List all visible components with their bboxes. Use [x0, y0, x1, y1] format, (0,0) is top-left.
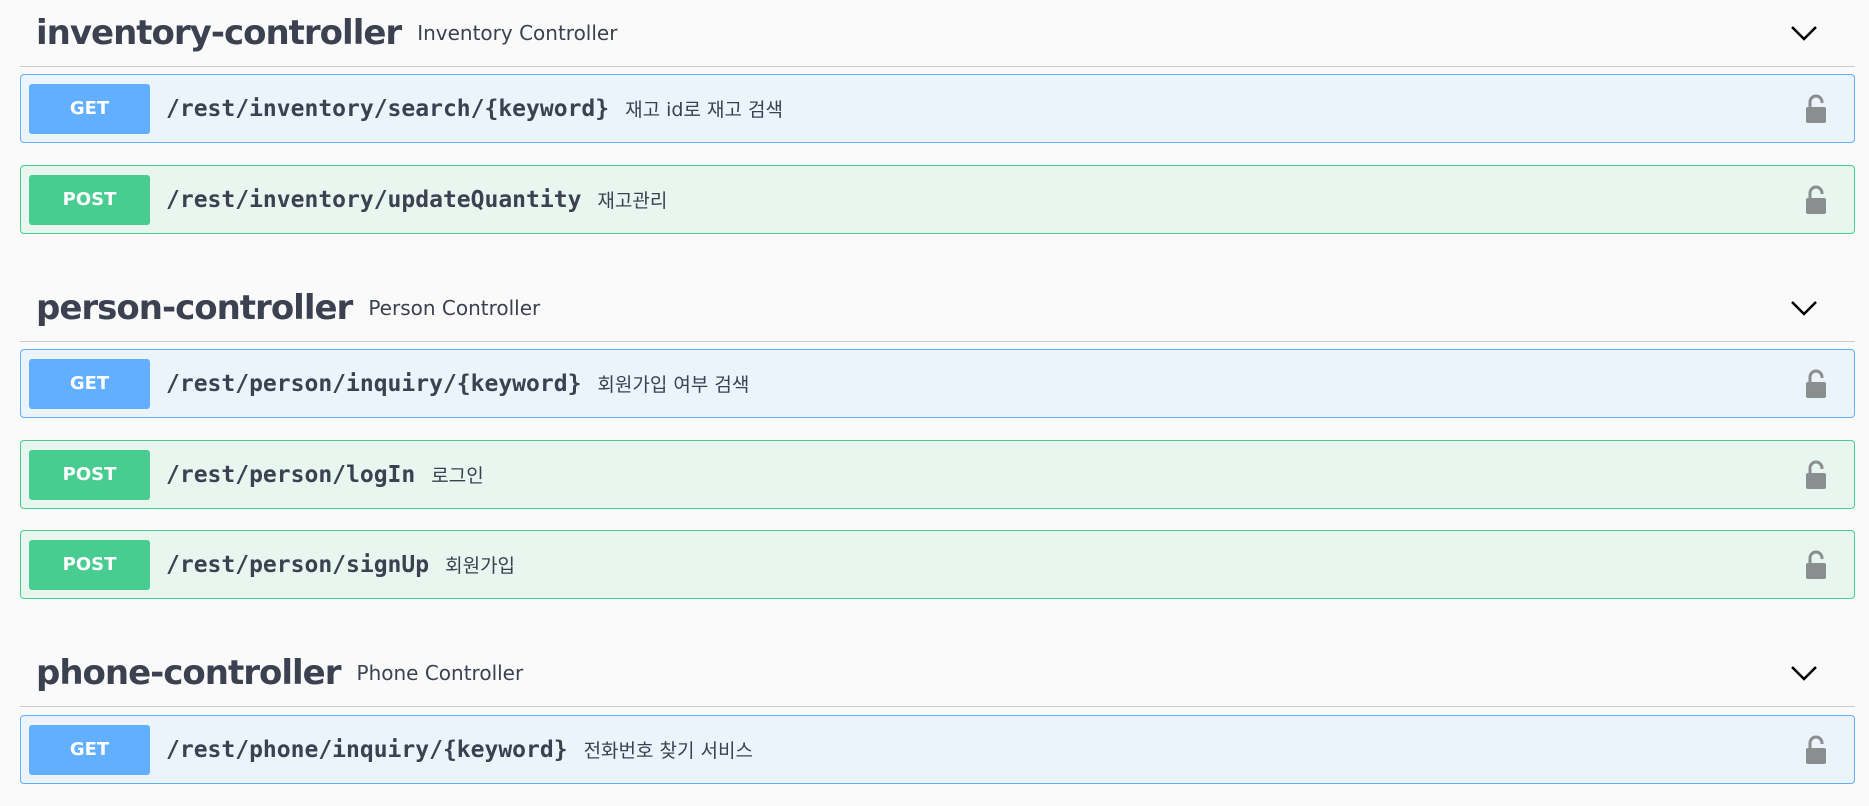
operation-inventory-search[interactable]: GET /rest/inventory/search/{keyword} 재고 …: [20, 74, 1855, 143]
chevron-down-icon[interactable]: [1789, 299, 1819, 317]
method-badge: POST: [29, 539, 150, 590]
operation-phone-inquiry[interactable]: GET /rest/phone/inquiry/{keyword} 전화번호 찾…: [20, 715, 1855, 784]
unlocked-padlock-icon[interactable]: [1805, 369, 1827, 399]
method-badge: POST: [29, 174, 150, 225]
section-header-person[interactable]: person-controller Person Controller: [20, 275, 1855, 342]
operation-person-login[interactable]: POST /rest/person/logIn 로그인: [20, 440, 1855, 509]
operation-path: /rest/person/inquiry/{keyword}: [166, 370, 582, 397]
chevron-down-icon[interactable]: [1789, 24, 1819, 42]
section-name: phone-controller: [36, 653, 342, 693]
operation-person-signup[interactable]: POST /rest/person/signUp 회원가입: [20, 530, 1855, 599]
chevron-down-icon[interactable]: [1789, 664, 1819, 682]
unlocked-padlock-icon[interactable]: [1805, 550, 1827, 580]
section-description: Inventory Controller: [417, 21, 618, 45]
unlocked-padlock-icon[interactable]: [1805, 735, 1827, 765]
operation-path: /rest/person/logIn: [166, 461, 416, 488]
operation-summary: 회원가입 여부 검색: [597, 374, 750, 396]
operation-inventory-update-quantity[interactable]: POST /rest/inventory/updateQuantity 재고관리: [20, 165, 1855, 234]
operation-path: /rest/person/signUp: [166, 551, 430, 578]
swagger-operations-list: inventory-controller Inventory Controlle…: [0, 0, 1869, 806]
operation-path: /rest/inventory/updateQuantity: [166, 186, 582, 213]
section-description: Person Controller: [368, 296, 541, 320]
operation-summary: 전화번호 찾기 서비스: [583, 740, 753, 762]
operation-summary: 회원가입: [445, 555, 516, 577]
operation-summary: 로그인: [431, 465, 484, 487]
operation-path: /rest/inventory/search/{keyword}: [166, 95, 610, 122]
section-header-phone[interactable]: phone-controller Phone Controller: [20, 640, 1855, 707]
operation-person-inquiry[interactable]: GET /rest/person/inquiry/{keyword} 회원가입 …: [20, 349, 1855, 418]
operation-summary: 재고관리: [597, 190, 668, 212]
unlocked-padlock-icon[interactable]: [1805, 460, 1827, 490]
method-badge: GET: [29, 358, 150, 409]
section-name: inventory-controller: [36, 13, 402, 53]
unlocked-padlock-icon[interactable]: [1805, 94, 1827, 124]
operation-summary: 재고 id로 재고 검색: [625, 99, 783, 121]
method-badge: GET: [29, 724, 150, 775]
section-description: Phone Controller: [356, 661, 524, 685]
unlocked-padlock-icon[interactable]: [1805, 185, 1827, 215]
operation-path: /rest/phone/inquiry/{keyword}: [166, 736, 568, 763]
section-name: person-controller: [36, 288, 353, 328]
method-badge: POST: [29, 449, 150, 500]
method-badge: GET: [29, 83, 150, 134]
section-header-inventory[interactable]: inventory-controller Inventory Controlle…: [20, 0, 1855, 67]
